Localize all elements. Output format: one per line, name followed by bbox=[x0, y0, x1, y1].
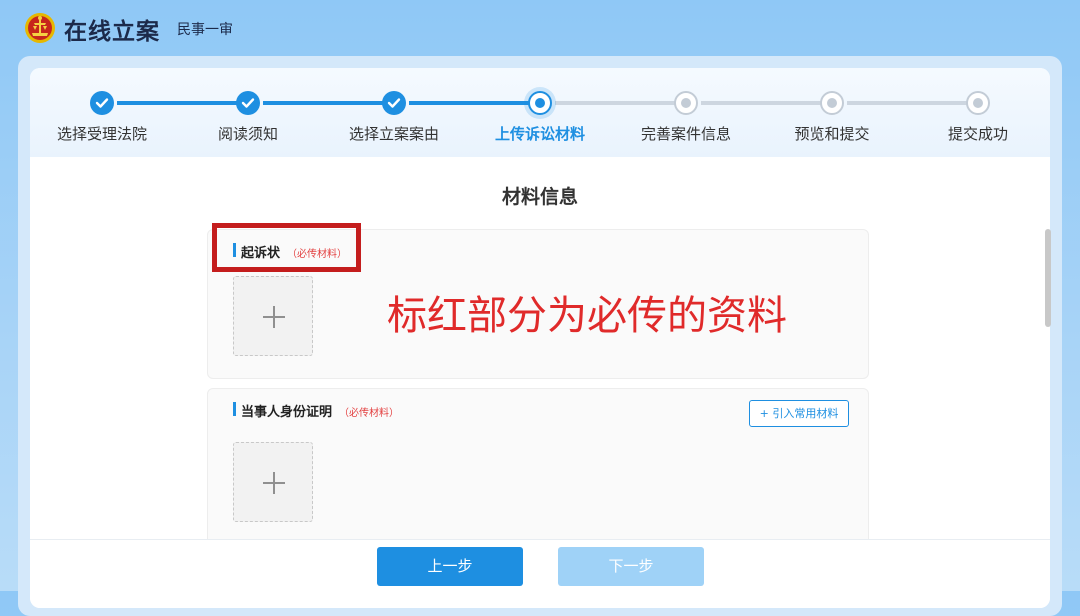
scrollbar-thumb[interactable] bbox=[1045, 229, 1051, 327]
step-4-current-icon bbox=[528, 91, 552, 115]
step-1-check-icon bbox=[90, 91, 114, 115]
upload-button[interactable] bbox=[233, 276, 313, 356]
required-tag: （必传材料） bbox=[339, 408, 399, 419]
step-label-submit-success: 提交成功 bbox=[947, 125, 1008, 143]
next-step-button[interactable]: 下一步 bbox=[558, 547, 704, 586]
progress-stepper: 选择受理法院 阅读须知 选择立案案由 上传诉讼材料 完善案件信息 预览和提交 提… bbox=[30, 68, 1050, 157]
upload-button[interactable] bbox=[233, 442, 313, 522]
material-card-identity-proof: 当事人身份证明 （必传材料） + 引入常用材料 bbox=[207, 388, 869, 560]
action-footer: 上一步 下一步 bbox=[30, 539, 1050, 608]
step-connector bbox=[555, 101, 675, 105]
annotation-highlight-box bbox=[212, 223, 361, 272]
app-header: 在线立案 民事一审 bbox=[0, 0, 1080, 56]
import-common-materials-button[interactable]: + 引入常用材料 bbox=[749, 400, 849, 427]
step-label-preview-submit: 预览和提交 bbox=[794, 125, 870, 143]
step-5-pending-icon bbox=[674, 91, 698, 115]
step-3-check-icon bbox=[382, 91, 406, 115]
step-connector bbox=[701, 101, 821, 105]
step-label-case-info: 完善案件信息 bbox=[640, 125, 731, 143]
step-label-select-cause: 选择立案案由 bbox=[348, 125, 439, 143]
step-label-read-notice: 阅读须知 bbox=[217, 125, 278, 143]
court-emblem-icon bbox=[25, 13, 55, 43]
step-2-check-icon bbox=[236, 91, 260, 115]
app-title: 在线立案 bbox=[64, 19, 160, 45]
case-type-label: 民事一审 bbox=[177, 22, 233, 38]
step-label-upload-materials: 上传诉讼材料 bbox=[494, 125, 585, 143]
previous-step-button[interactable]: 上一步 bbox=[377, 547, 523, 586]
material-name: 当事人身份证明 bbox=[241, 405, 333, 420]
accent-bar bbox=[233, 402, 236, 416]
section-title: 材料信息 bbox=[501, 186, 578, 208]
step-connector bbox=[847, 101, 967, 105]
step-connector bbox=[263, 101, 383, 105]
step-6-pending-icon bbox=[820, 91, 844, 115]
step-connector bbox=[409, 101, 529, 105]
step-7-pending-icon bbox=[966, 91, 990, 115]
annotation-text: 标红部分为必传的资料 bbox=[387, 293, 787, 339]
step-label-select-court: 选择受理法院 bbox=[56, 125, 147, 143]
step-connector bbox=[117, 101, 237, 105]
